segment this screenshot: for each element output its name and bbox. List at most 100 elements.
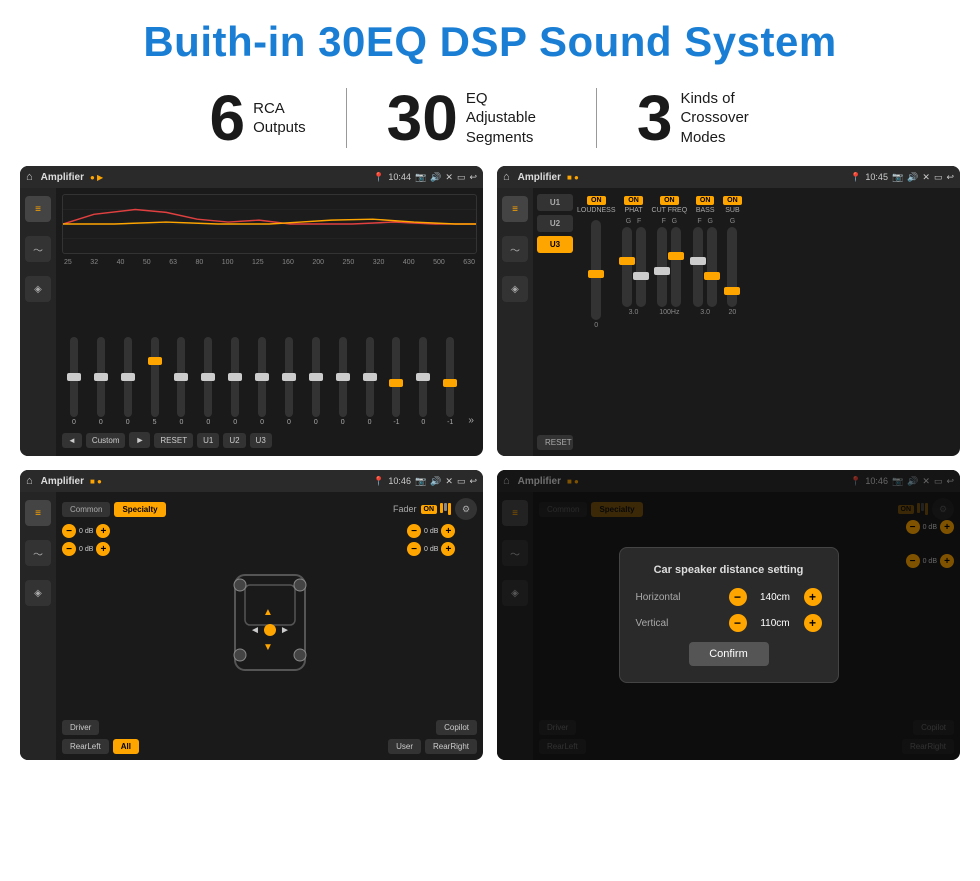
- fl-plus[interactable]: +: [96, 524, 110, 538]
- crossover-main: U1 U2 U3 RESET ON LOUDNESS: [533, 188, 960, 456]
- copilot-btn-3[interactable]: Copilot: [436, 720, 477, 735]
- status-right-1: 📍 10:44 📷 🔊 ✕ ▭ ↩: [373, 172, 477, 183]
- u2-btn-eq[interactable]: U2: [223, 433, 245, 448]
- slider-4: 5: [143, 337, 167, 426]
- horizontal-plus[interactable]: +: [804, 588, 822, 606]
- slider-track-3[interactable]: [124, 337, 132, 417]
- u3-btn-eq[interactable]: U3: [250, 433, 272, 448]
- slider-track-10[interactable]: [312, 337, 320, 417]
- tab-common-3[interactable]: Common: [62, 502, 110, 517]
- loudness-slider[interactable]: [591, 220, 601, 320]
- slider-10: 0: [304, 337, 328, 426]
- rearleft-btn-3[interactable]: RearLeft: [62, 739, 109, 754]
- rr-minus[interactable]: −: [407, 542, 421, 556]
- u1-btn-eq[interactable]: U1: [197, 433, 219, 448]
- sub-g: G: [730, 218, 735, 225]
- fr-minus[interactable]: −: [407, 524, 421, 538]
- fader-main: Common Specialty Fader ON ⚙: [56, 492, 483, 760]
- rl-plus[interactable]: +: [96, 542, 110, 556]
- preset-u2[interactable]: U2: [537, 215, 573, 232]
- vol-icon-3: 🔊: [430, 476, 441, 487]
- rr-plus[interactable]: +: [441, 542, 455, 556]
- reset-btn-crossover[interactable]: RESET: [537, 435, 573, 450]
- bass-slider-g[interactable]: [707, 227, 717, 307]
- slider-track-14[interactable]: [419, 337, 427, 417]
- reset-btn-eq[interactable]: RESET: [154, 433, 193, 448]
- prev-btn[interactable]: ◄: [62, 433, 82, 448]
- cutfreq-label: CUT FREQ: [652, 207, 688, 214]
- slider-track-8[interactable]: [258, 337, 266, 417]
- slider-track-9[interactable]: [285, 337, 293, 417]
- screens-grid: ⌂ Amplifier ● ▶ 📍 10:44 📷 🔊 ✕ ▭ ↩ ≡ 〜 ◈: [0, 166, 980, 760]
- vol-icon-1: 🔊: [430, 172, 441, 183]
- freq-200: 200: [312, 259, 324, 266]
- on-badge-phat: ON: [624, 196, 643, 205]
- preset-u3[interactable]: U3: [537, 236, 573, 253]
- ctrl-bass: ON BASS F G 3.0: [693, 196, 717, 316]
- fl-minus[interactable]: −: [62, 524, 76, 538]
- slider-14: 0: [411, 337, 435, 426]
- slider-track-12[interactable]: [366, 337, 374, 417]
- stat-number-eq: 30: [387, 86, 458, 150]
- play-btn[interactable]: ►: [129, 432, 150, 448]
- preset-u1[interactable]: U1: [537, 194, 573, 211]
- fader-screen: ⌂ Amplifier ■ ● 📍 10:46 📷 🔊 ✕ ▭ ↩ ≡ 〜 ◈: [20, 470, 483, 760]
- rl-minus[interactable]: −: [62, 542, 76, 556]
- sub-label: SUB: [725, 207, 739, 214]
- slider-track-11[interactable]: [339, 337, 347, 417]
- speaker-icon-btn-2[interactable]: ◈: [502, 276, 528, 302]
- bass-slider-f[interactable]: [693, 227, 703, 307]
- custom-label: Custom: [86, 433, 126, 448]
- wave-icon-btn[interactable]: 〜: [25, 236, 51, 262]
- all-btn-3[interactable]: All: [113, 739, 139, 754]
- rear-right-db: − 0 dB +: [407, 542, 477, 556]
- cutfreq-slider-g[interactable]: [671, 227, 681, 307]
- slider-track-13[interactable]: [392, 337, 400, 417]
- fr-plus[interactable]: +: [441, 524, 455, 538]
- page-title: Buith-in 30EQ DSP Sound System: [0, 0, 980, 78]
- slider-track-4[interactable]: [151, 337, 159, 417]
- settings-icon-3[interactable]: ⚙: [455, 498, 477, 520]
- freq-630: 630: [463, 259, 475, 266]
- rearright-btn-3[interactable]: RearRight: [425, 739, 477, 754]
- slider-track-2[interactable]: [97, 337, 105, 417]
- cutfreq-slider-f[interactable]: [657, 227, 667, 307]
- horizontal-minus[interactable]: −: [729, 588, 747, 606]
- vertical-plus[interactable]: +: [804, 614, 822, 632]
- eq-icon-btn-2[interactable]: ≡: [502, 196, 528, 222]
- rect-icon-2: ▭: [934, 172, 943, 183]
- eq-icon-btn[interactable]: ≡: [25, 196, 51, 222]
- slider-track-7[interactable]: [231, 337, 239, 417]
- slider-track-15[interactable]: [446, 337, 454, 417]
- slider-track-5[interactable]: [177, 337, 185, 417]
- driver-btn-3[interactable]: Driver: [62, 720, 99, 735]
- eq-bottom-bar: ◄ Custom ► RESET U1 U2 U3: [62, 430, 477, 450]
- speaker-icon-btn-3[interactable]: ◈: [25, 580, 51, 606]
- stats-row: 6 RCAOutputs 30 EQ AdjustableSegments 3 …: [0, 78, 980, 166]
- slider-track-1[interactable]: [70, 337, 78, 417]
- cam-icon-2: 📷: [892, 172, 903, 183]
- tab-specialty-3[interactable]: Specialty: [114, 502, 165, 517]
- status-dots-3: ■ ●: [90, 477, 102, 486]
- user-btn-3[interactable]: User: [388, 739, 421, 754]
- distance-dialog: Car speaker distance setting Horizontal …: [619, 547, 839, 683]
- fader-on-badge[interactable]: ON: [421, 505, 438, 514]
- speaker-icon-btn[interactable]: ◈: [25, 276, 51, 302]
- cam-icon-3: 📷: [415, 476, 426, 487]
- vertical-minus[interactable]: −: [729, 614, 747, 632]
- status-bar-1: ⌂ Amplifier ● ▶ 📍 10:44 📷 🔊 ✕ ▭ ↩: [20, 166, 483, 188]
- wave-icon-btn-2[interactable]: 〜: [502, 236, 528, 262]
- time-3: 10:46: [388, 476, 411, 486]
- sub-slider[interactable]: [727, 227, 737, 307]
- confirm-button[interactable]: Confirm: [689, 642, 769, 666]
- ctrl-sub: ON SUB G 20: [723, 196, 742, 316]
- eq-graph: [62, 194, 477, 254]
- eq-icon-btn-3[interactable]: ≡: [25, 500, 51, 526]
- expand-btn[interactable]: »: [465, 415, 477, 426]
- slider-track-6[interactable]: [204, 337, 212, 417]
- phat-slider-f[interactable]: [636, 227, 646, 307]
- phat-slider-g[interactable]: [622, 227, 632, 307]
- front-right-db: − 0 dB +: [407, 524, 477, 538]
- ctrl-phat: ON PHAT G F 3.0: [622, 196, 646, 316]
- wave-icon-btn-3[interactable]: 〜: [25, 540, 51, 566]
